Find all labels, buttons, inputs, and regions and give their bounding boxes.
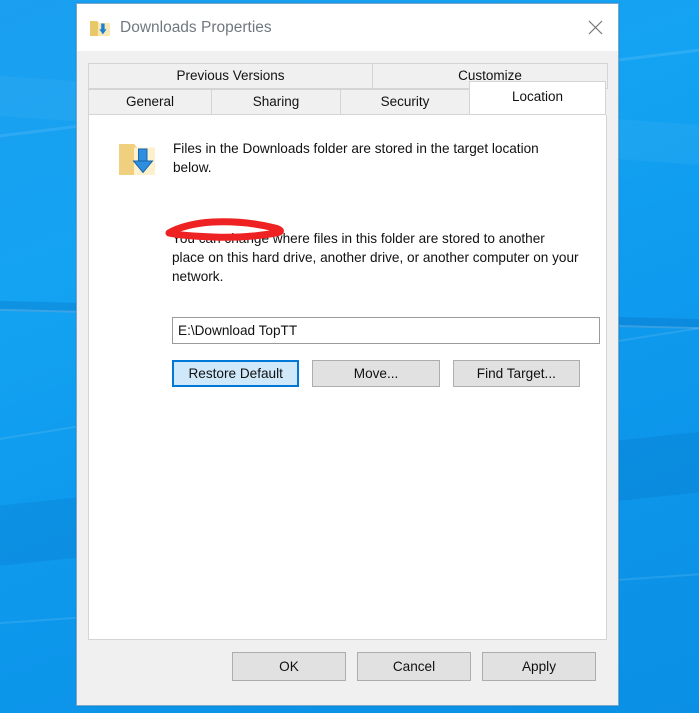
window-title: Downloads Properties [120, 18, 272, 36]
tab-security[interactable]: Security [340, 89, 470, 115]
downloads-properties-dialog: Downloads Properties Previous Versions C… [76, 3, 619, 706]
apply-button[interactable]: Apply [482, 652, 596, 681]
location-description: Files in the Downloads folder are stored… [173, 141, 539, 175]
move-button[interactable]: Move... [312, 360, 440, 387]
close-icon[interactable] [572, 4, 618, 51]
cancel-button[interactable]: Cancel [357, 652, 471, 681]
location-action-buttons: Restore Default Move... Find Target... [172, 360, 580, 387]
location-tab-panel: Files in the Downloads folder are stored… [88, 115, 607, 640]
tab-label: Previous Versions [176, 68, 285, 83]
location-panel-content: Files in the Downloads folder are stored… [89, 115, 606, 387]
dialog-body: Previous Versions Customize General Shar… [77, 51, 618, 705]
tab-strip: Previous Versions Customize General Shar… [88, 63, 608, 115]
dialog-footer: OK Cancel Apply [88, 652, 607, 705]
tab-label: General [125, 94, 175, 109]
tab-label: Location [511, 89, 564, 104]
ok-button[interactable]: OK [232, 652, 346, 681]
location-info-row: Files in the Downloads folder are stored… [111, 137, 580, 181]
tab-general[interactable]: General [88, 89, 212, 115]
tab-row-bottom: General Sharing Security Location [88, 81, 607, 115]
restore-default-button[interactable]: Restore Default [172, 360, 300, 387]
tab-sharing[interactable]: Sharing [211, 89, 341, 115]
location-explanation: You can change where files in this folde… [172, 231, 579, 284]
downloads-folder-icon-large [115, 137, 159, 181]
tab-label: Sharing [252, 94, 300, 109]
title-bar: Downloads Properties [77, 4, 618, 51]
tab-previous-versions[interactable]: Previous Versions [88, 63, 373, 89]
target-path-input[interactable] [172, 317, 600, 344]
find-target-button[interactable]: Find Target... [452, 360, 580, 387]
tab-location[interactable]: Location [469, 81, 606, 115]
tab-label: Security [380, 94, 430, 109]
downloads-folder-icon [89, 17, 111, 39]
